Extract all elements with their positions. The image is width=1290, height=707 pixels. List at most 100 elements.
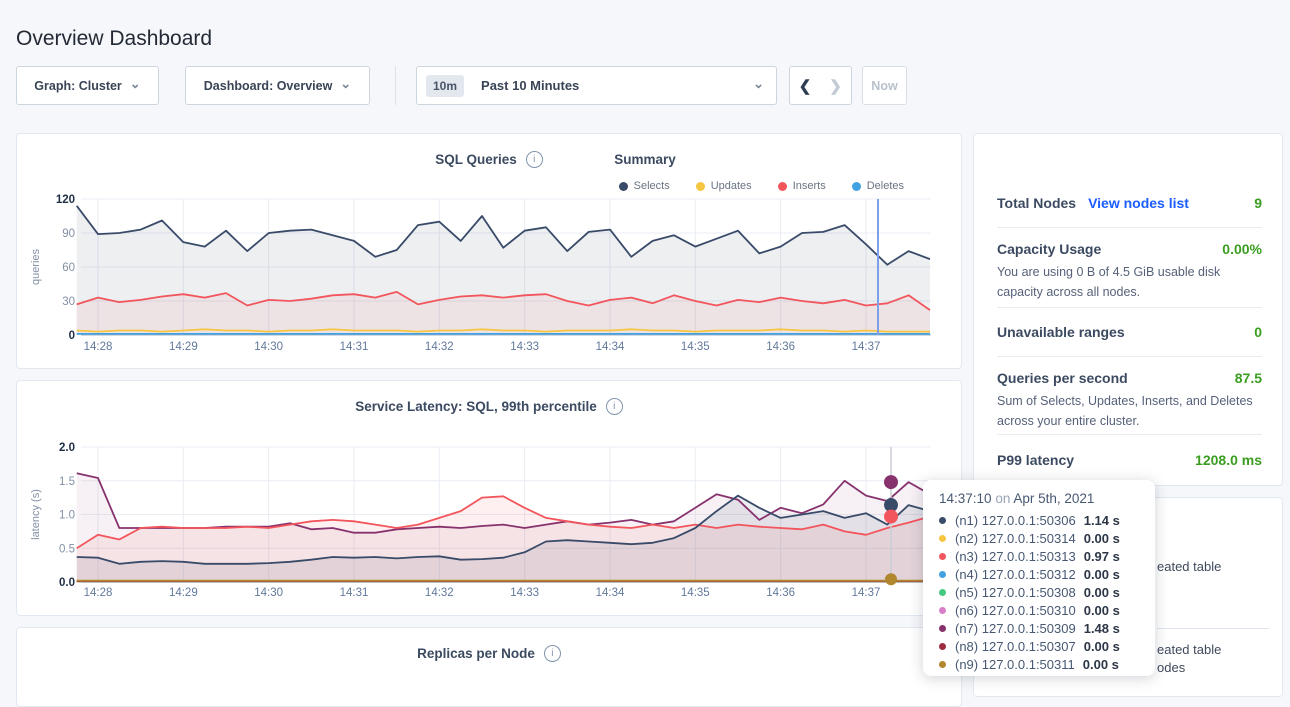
total-nodes-label: Total Nodes: [997, 195, 1076, 211]
event-item-clipped[interactable]: odes: [1157, 660, 1185, 675]
tooltip-node-name: (n4) 127.0.0.1:50312: [955, 567, 1076, 582]
toolbar-divider: [395, 66, 396, 105]
tooltip-node-name: (n1) 127.0.0.1:50306: [955, 513, 1076, 528]
capacity-usage-description: You are using 0 B of 4.5 GiB usable disk…: [997, 262, 1269, 302]
y-axis-tick-label: 1.0: [59, 510, 75, 522]
hover-point-n3: [884, 510, 898, 524]
x-axis-tick-label: 14:29: [169, 341, 198, 353]
graph-dropdown[interactable]: Graph: Cluster ⌄: [16, 66, 159, 105]
chevron-down-icon: ⌄: [340, 80, 351, 88]
queries-per-second-label: Queries per second: [997, 370, 1128, 386]
summary-divider: [997, 356, 1262, 357]
x-axis-tick-label: 14:35: [681, 341, 710, 353]
x-axis-tick-label: 14:31: [340, 341, 369, 353]
summary-row-total-nodes: Total Nodes View nodes list 9: [997, 195, 1262, 211]
y-axis-tick-label: 0.0: [59, 577, 75, 589]
y-axis-tick-label: 0: [69, 330, 75, 342]
x-axis-tick-label: 14:37: [852, 341, 881, 353]
x-axis-tick-label: 14:35: [681, 587, 710, 599]
y-axis-tick-label: 30: [62, 296, 75, 308]
x-axis-tick-label: 14:30: [254, 587, 283, 599]
tooltip-date: Apr 5th, 2021: [1013, 491, 1094, 506]
dashboard-dropdown[interactable]: Dashboard: Overview ⌄: [185, 66, 370, 105]
x-axis-tick-label: 14:36: [766, 587, 795, 599]
tooltip-node-name: (n5) 127.0.0.1:50308: [955, 585, 1076, 600]
tooltip-node-value: 0.97 s: [1084, 549, 1120, 564]
time-prev-button[interactable]: ❮: [789, 66, 821, 105]
node-color-dot: [939, 625, 946, 632]
queries-per-second-value: 87.5: [1235, 370, 1262, 386]
x-axis-tick-label: 14:33: [510, 587, 539, 599]
node-color-dot: [939, 661, 946, 668]
graph-dropdown-label: Graph: Cluster: [34, 79, 122, 93]
summary-divider: [997, 307, 1262, 308]
chevron-right-icon: ❯: [829, 77, 842, 95]
tooltip-node-value: 0.00 s: [1084, 567, 1120, 582]
view-nodes-list-link[interactable]: View nodes list: [1088, 195, 1189, 211]
dashboard-dropdown-label: Dashboard: Overview: [204, 79, 333, 93]
node-color-dot: [939, 607, 946, 614]
tooltip-node-row: (n3) 127.0.0.1:503130.97 s: [939, 547, 1141, 565]
time-range-label: Past 10 Minutes: [481, 78, 579, 93]
summary-row-capacity-usage: Capacity Usage 0.00%: [997, 241, 1262, 257]
service-latency-chart[interactable]: 0.00.51.01.52.014:2814:2914:3014:3114:32…: [17, 381, 963, 617]
x-axis-tick-label: 14:34: [596, 587, 625, 599]
x-axis-tick-label: 14:32: [425, 587, 454, 599]
y-axis-label: queries: [30, 248, 42, 285]
tooltip-node-row: (n4) 127.0.0.1:50312 0.00 s: [939, 565, 1141, 583]
time-range-badge: 10m: [426, 75, 464, 97]
event-item-clipped[interactable]: eated table: [1157, 642, 1221, 657]
tooltip-time: 14:37:10: [939, 491, 992, 506]
y-axis-tick-label: 120: [56, 194, 75, 206]
service-latency-panel: Service Latency: SQL, 99th percentile i …: [16, 380, 962, 616]
hover-point-n7: [884, 475, 898, 489]
info-icon[interactable]: i: [544, 645, 561, 662]
x-axis-tick-label: 14:34: [596, 341, 625, 353]
node-color-dot: [939, 571, 946, 578]
y-axis-tick-label: 2.0: [59, 442, 75, 454]
tooltip-node-name: (n2) 127.0.0.1:50314: [955, 531, 1076, 546]
p99-latency-value: 1208.0 ms: [1195, 452, 1262, 468]
sql-queries-chart[interactable]: 030609012014:2814:2914:3014:3114:3214:33…: [17, 134, 963, 370]
tooltip-node-row: (n8) 127.0.0.1:503070.00 s: [939, 637, 1141, 655]
node-color-dot: [939, 643, 946, 650]
y-axis-tick-label: 0.5: [59, 543, 75, 555]
time-next-button[interactable]: ❯: [820, 66, 852, 105]
now-button-label: Now: [871, 79, 897, 93]
total-nodes-value: 9: [1254, 195, 1262, 211]
queries-per-second-description: Sum of Selects, Updates, Inserts, and De…: [997, 391, 1269, 431]
y-axis-tick-label: 60: [62, 262, 75, 274]
x-axis-tick-label: 14:36: [766, 341, 795, 353]
chart-title-replicas-per-node: Replicas per Node: [417, 646, 535, 661]
capacity-usage-label: Capacity Usage: [997, 241, 1101, 257]
tooltip-timestamp: 14:37:10 on Apr 5th, 2021: [939, 491, 1141, 506]
tooltip-node-name: (n6) 127.0.0.1:50310: [955, 603, 1076, 618]
tooltip-node-name: (n7) 127.0.0.1:50309: [955, 621, 1076, 636]
hover-point-n9: [885, 573, 897, 585]
y-axis-tick-label: 90: [62, 228, 75, 240]
time-range-dropdown[interactable]: 10m Past 10 Minutes ⌄: [416, 66, 777, 105]
chart-hover-tooltip: 14:37:10 on Apr 5th, 2021 (n1) 127.0.0.1…: [923, 480, 1155, 676]
events-divider: [1157, 628, 1269, 629]
x-axis-tick-label: 14:28: [84, 587, 113, 599]
p99-latency-label: P99 latency: [997, 452, 1074, 468]
now-button[interactable]: Now: [862, 66, 907, 105]
summary-divider: [997, 434, 1262, 435]
tooltip-node-name: (n9) 127.0.0.1:50311: [955, 657, 1075, 672]
summary-row-p99-latency: P99 latency 1208.0 ms: [997, 452, 1262, 468]
event-item-clipped[interactable]: eated table: [1157, 559, 1221, 574]
y-axis-tick-label: 1.5: [59, 476, 75, 488]
x-axis-tick-label: 14:37: [852, 587, 881, 599]
node-color-dot: [939, 553, 946, 560]
x-axis-tick-label: 14:33: [510, 341, 539, 353]
tooltip-node-value: 0.00 s: [1084, 585, 1120, 600]
tooltip-node-row: (n6) 127.0.0.1:503100.00 s: [939, 601, 1141, 619]
x-axis-tick-label: 14:28: [84, 341, 113, 353]
replicas-per-node-panel: Replicas per Node i: [16, 627, 962, 707]
tooltip-node-value: 1.14 s: [1084, 513, 1120, 528]
tooltip-node-value: 0.00 s: [1084, 531, 1120, 546]
x-axis-tick-label: 14:29: [169, 587, 198, 599]
chevron-down-icon: ⌄: [130, 80, 141, 88]
tooltip-node-row: (n1) 127.0.0.1:50306 1.14 s: [939, 511, 1141, 529]
sql-queries-panel: SQL Queries i SelectsUpdatesInsertsDelet…: [16, 133, 962, 369]
